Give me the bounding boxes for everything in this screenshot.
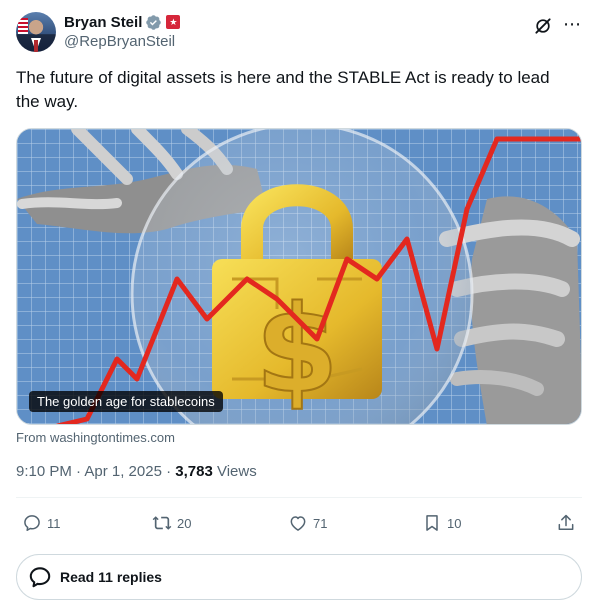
tweet-header: Bryan Steil ★ @RepBryanSteil ⋯ xyxy=(16,12,582,56)
share-button[interactable] xyxy=(556,510,581,536)
read-replies-button[interactable]: Read 11 replies xyxy=(16,554,582,600)
reply-icon xyxy=(24,515,40,531)
grok-icon[interactable] xyxy=(533,16,553,36)
views-count: 3,783 xyxy=(175,463,213,480)
heart-icon xyxy=(290,516,306,531)
avatar[interactable] xyxy=(16,12,56,52)
bookmark-button[interactable]: 10 xyxy=(422,510,461,536)
read-replies-label: Read 11 replies xyxy=(60,569,162,585)
share-icon xyxy=(558,514,574,530)
chat-bubble-icon xyxy=(29,567,51,588)
bookmark-icon xyxy=(426,515,438,531)
like-count: 71 xyxy=(313,515,328,531)
repost-count: 20 xyxy=(177,515,192,531)
tweet-time[interactable]: 9:10 PM · Apr 1, 2025 · xyxy=(16,463,175,480)
verified-icon xyxy=(146,14,162,30)
card-caption: The golden age for stablecoins xyxy=(29,391,223,412)
more-options-icon[interactable]: ⋯ xyxy=(562,14,582,34)
repost-button[interactable]: 20 xyxy=(152,510,191,536)
svg-text:$: $ xyxy=(255,281,339,420)
card-image: $ xyxy=(17,129,581,424)
views-label: Views xyxy=(216,463,257,480)
tweet-text: The future of digital assets is here and… xyxy=(16,68,550,111)
author-names: Bryan Steil ★ @RepBryanSteil xyxy=(64,12,181,50)
tweet-meta: 9:10 PM · Apr 1, 2025 · 3,783 Views xyxy=(16,463,257,480)
action-bar: 11 20 71 10 xyxy=(16,510,582,536)
divider xyxy=(16,497,582,498)
handle[interactable]: @RepBryanSteil xyxy=(64,33,180,50)
bookmark-count: 10 xyxy=(447,515,462,531)
repost-icon xyxy=(152,516,172,530)
reply-count: 11 xyxy=(47,515,61,531)
like-button[interactable]: 71 xyxy=(288,510,327,536)
display-name[interactable]: Bryan Steil xyxy=(64,14,142,31)
reply-button[interactable]: 11 xyxy=(22,510,61,536)
card-source[interactable]: From washingtontimes.com xyxy=(16,430,175,445)
gov-badge-icon: ★ xyxy=(166,15,181,29)
link-card[interactable]: $ The golden age for stablecoins xyxy=(16,128,582,425)
